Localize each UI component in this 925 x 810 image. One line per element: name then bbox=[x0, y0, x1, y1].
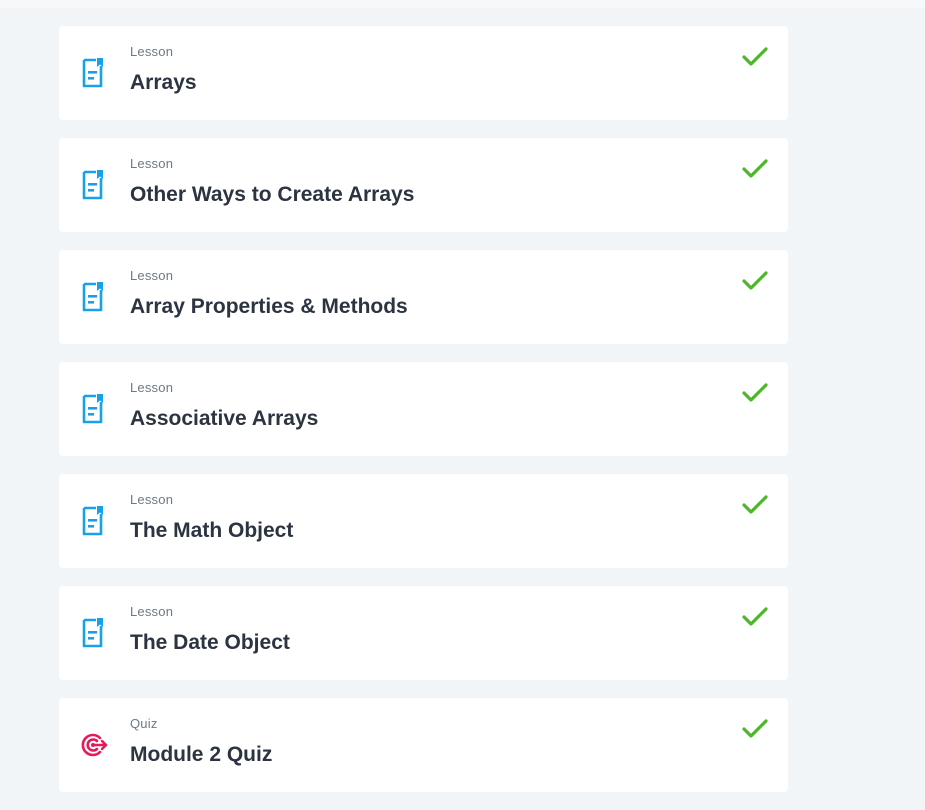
item-type-label: Lesson bbox=[130, 156, 174, 171]
list-item-lesson[interactable]: Lesson The Date Object bbox=[59, 586, 788, 680]
item-title[interactable]: Arrays bbox=[130, 71, 197, 95]
list-item-lesson[interactable]: Lesson Arrays bbox=[59, 26, 788, 120]
list-item-lesson[interactable]: Lesson The Math Object bbox=[59, 474, 788, 568]
item-type-label: Lesson bbox=[130, 268, 174, 283]
item-title[interactable]: Associative Arrays bbox=[130, 407, 318, 431]
item-type-label: Quiz bbox=[130, 716, 158, 731]
item-title[interactable]: Other Ways to Create Arrays bbox=[130, 183, 414, 207]
lesson-document-icon bbox=[80, 281, 108, 313]
item-title[interactable]: The Date Object bbox=[130, 631, 290, 655]
item-type-label: Lesson bbox=[130, 380, 174, 395]
list-item-quiz[interactable]: Quiz Module 2 Quiz bbox=[59, 698, 788, 792]
list-item-lesson[interactable]: Lesson Other Ways to Create Arrays bbox=[59, 138, 788, 232]
lesson-document-icon bbox=[80, 505, 108, 537]
lesson-document-icon bbox=[80, 169, 108, 201]
item-title[interactable]: The Math Object bbox=[130, 519, 293, 543]
quiz-target-icon bbox=[80, 729, 108, 761]
item-title[interactable]: Module 2 Quiz bbox=[130, 743, 272, 767]
item-title[interactable]: Array Properties & Methods bbox=[130, 295, 408, 319]
lesson-document-icon bbox=[80, 393, 108, 425]
completed-check-icon bbox=[742, 718, 768, 740]
completed-check-icon bbox=[742, 158, 768, 180]
module-items-list: Lesson Arrays Lesson Other Ways to Creat… bbox=[59, 26, 788, 810]
completed-check-icon bbox=[742, 270, 768, 292]
item-type-label: Lesson bbox=[130, 44, 174, 59]
completed-check-icon bbox=[742, 46, 768, 68]
completed-check-icon bbox=[742, 382, 768, 404]
lesson-document-icon bbox=[80, 617, 108, 649]
list-item-lesson[interactable]: Lesson Array Properties & Methods bbox=[59, 250, 788, 344]
lesson-document-icon bbox=[80, 57, 108, 89]
item-type-label: Lesson bbox=[130, 604, 174, 619]
completed-check-icon bbox=[742, 494, 768, 516]
completed-check-icon bbox=[742, 606, 768, 628]
item-type-label: Lesson bbox=[130, 492, 174, 507]
top-bar bbox=[0, 0, 925, 8]
list-item-lesson[interactable]: Lesson Associative Arrays bbox=[59, 362, 788, 456]
